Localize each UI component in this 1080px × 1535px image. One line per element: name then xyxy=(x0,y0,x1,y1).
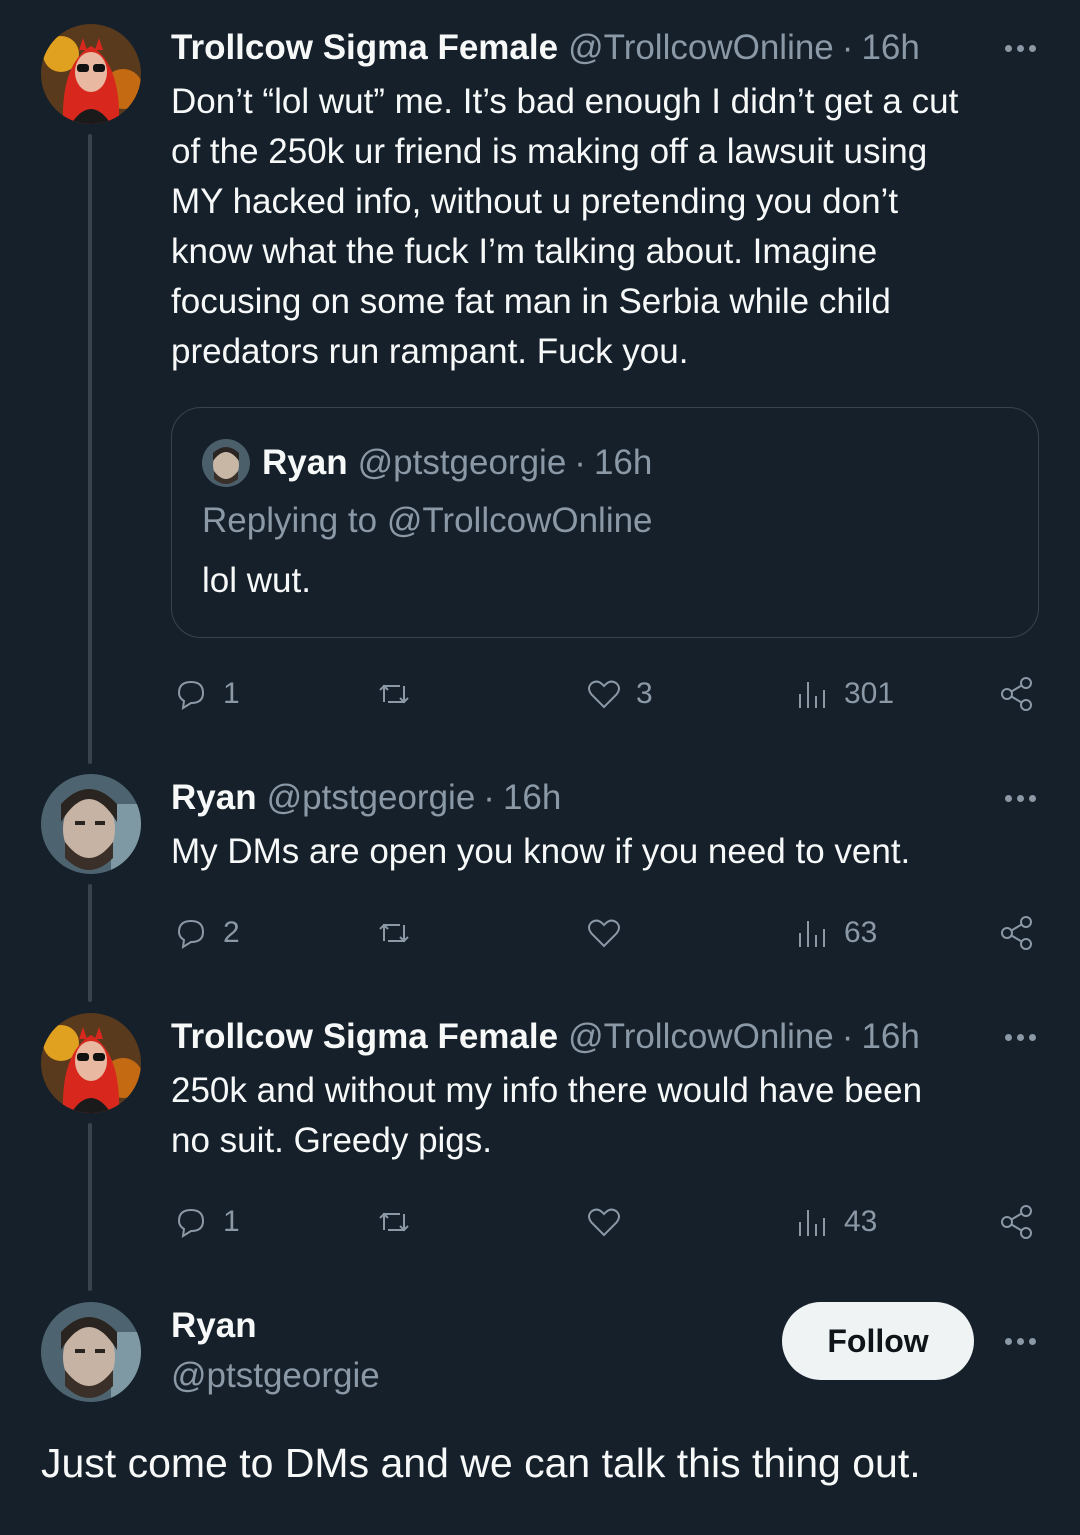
tweet-text: My DMs are open you know if you need to … xyxy=(171,832,911,871)
quoted-timestamp: 16h xyxy=(593,443,653,482)
like-icon xyxy=(588,680,620,709)
author-handle[interactable]: @ptstgeorgie xyxy=(171,1353,380,1399)
views-count: 63 xyxy=(844,916,878,949)
author-name[interactable]: Ryan xyxy=(171,775,257,821)
author-name[interactable]: Trollcow Sigma Female xyxy=(171,1014,558,1060)
like-button[interactable]: 3 xyxy=(584,669,653,719)
reply-count: 2 xyxy=(223,916,240,949)
tweet-actions: 1 43 xyxy=(171,1197,1040,1247)
avatar xyxy=(202,439,250,487)
timestamp[interactable]: 16h xyxy=(861,1014,919,1060)
retweet-icon xyxy=(379,923,409,943)
quoted-author-name[interactable]: Ryan xyxy=(262,443,348,483)
retweet-button[interactable] xyxy=(374,1197,426,1247)
tweet[interactable]: Trollcow Sigma Female @TrollcowOnline · … xyxy=(171,1014,1040,1166)
author-name[interactable]: Trollcow Sigma Female xyxy=(171,25,558,71)
more-icon[interactable] xyxy=(1000,1318,1040,1364)
timestamp[interactable]: 16h xyxy=(503,775,561,821)
views-count: 301 xyxy=(844,677,895,710)
reply-icon xyxy=(177,1208,205,1238)
separator-dot: · xyxy=(574,443,586,482)
avatar[interactable] xyxy=(41,24,141,124)
avatar[interactable] xyxy=(41,774,141,874)
retweet-icon xyxy=(379,684,409,704)
share-button[interactable] xyxy=(997,908,1037,958)
retweet-button[interactable] xyxy=(374,669,426,719)
author-handle[interactable]: @TrollcowOnline xyxy=(568,25,834,71)
views-icon xyxy=(799,921,825,947)
separator-dot: · xyxy=(841,1017,854,1056)
share-button[interactable] xyxy=(997,669,1037,719)
tweet[interactable]: Ryan @ptstgeorgie · 16h My DMs are open … xyxy=(171,775,1040,877)
more-icon[interactable] xyxy=(1000,1014,1040,1060)
quoted-tweet[interactable]: Ryan @ptstgeorgie · 16h Replying to @Tro… xyxy=(171,407,1039,638)
more-icon[interactable] xyxy=(1000,25,1040,71)
share-button[interactable] xyxy=(997,1197,1037,1247)
tweet-text: 250k and without my info there would hav… xyxy=(171,1071,923,1160)
main-tweet-author: Ryan @ptstgeorgie xyxy=(171,1303,380,1399)
thread-connector xyxy=(88,1123,92,1291)
tweet-actions: 1 3 301 xyxy=(171,669,1040,719)
quoted-tweet-header: Ryan @ptstgeorgie · 16h xyxy=(202,439,653,487)
follow-button[interactable]: Follow xyxy=(782,1302,974,1380)
quoted-author-handle[interactable]: @ptstgeorgie xyxy=(358,443,567,483)
tweet[interactable]: Trollcow Sigma Female @TrollcowOnline · … xyxy=(171,25,1040,377)
tweet-header: Trollcow Sigma Female @TrollcowOnline · … xyxy=(171,25,1040,71)
views-count: 43 xyxy=(844,1205,878,1238)
more-icon[interactable] xyxy=(1000,775,1040,821)
avatar[interactable] xyxy=(41,1302,141,1402)
retweet-button[interactable] xyxy=(374,908,426,958)
avatar[interactable] xyxy=(41,1013,141,1113)
share-icon xyxy=(1001,916,1032,950)
separator-dot: · xyxy=(841,28,854,67)
separator-dot: · xyxy=(483,778,495,817)
tweet-text: Don’t “lol wut” me. It’s bad enough I di… xyxy=(171,82,959,371)
author-handle[interactable]: @TrollcowOnline xyxy=(568,1014,834,1060)
reply-button[interactable]: 1 xyxy=(171,1197,240,1247)
author-name[interactable]: Ryan xyxy=(171,1303,380,1349)
reply-count: 1 xyxy=(223,677,240,710)
views-icon xyxy=(799,1210,825,1236)
author-handle[interactable]: @ptstgeorgie xyxy=(267,775,476,821)
like-icon xyxy=(588,1208,620,1237)
reply-button[interactable]: 2 xyxy=(171,908,240,958)
views-button[interactable]: 301 xyxy=(792,669,894,719)
retweet-icon xyxy=(379,1212,409,1232)
reply-icon xyxy=(177,919,205,949)
conversation-thread: Trollcow Sigma Female @TrollcowOnline · … xyxy=(0,0,1080,1535)
reply-icon xyxy=(177,680,205,710)
share-icon xyxy=(1001,677,1032,711)
reply-button[interactable]: 1 xyxy=(171,669,240,719)
like-count: 3 xyxy=(636,677,653,710)
views-button[interactable]: 43 xyxy=(792,1197,877,1247)
views-button[interactable]: 63 xyxy=(792,908,877,958)
thread-connector xyxy=(88,884,92,1002)
reply-count: 1 xyxy=(223,1205,240,1238)
thread-connector xyxy=(88,134,92,764)
tweet-header: Ryan @ptstgeorgie · 16h xyxy=(171,775,1040,821)
views-icon xyxy=(799,682,825,708)
replying-to-label: Replying to @TrollcowOnline xyxy=(202,501,653,540)
share-icon xyxy=(1001,1205,1032,1239)
like-button[interactable] xyxy=(584,908,636,958)
tweet-header: Trollcow Sigma Female @TrollcowOnline · … xyxy=(171,1014,1040,1060)
tweet-actions: 2 63 xyxy=(171,908,1040,958)
timestamp[interactable]: 16h xyxy=(861,25,919,71)
like-icon xyxy=(588,919,620,948)
like-button[interactable] xyxy=(584,1197,636,1247)
quoted-tweet-text: lol wut. xyxy=(202,561,311,600)
main-tweet-text: Just come to DMs and we can talk this th… xyxy=(41,1440,921,1486)
